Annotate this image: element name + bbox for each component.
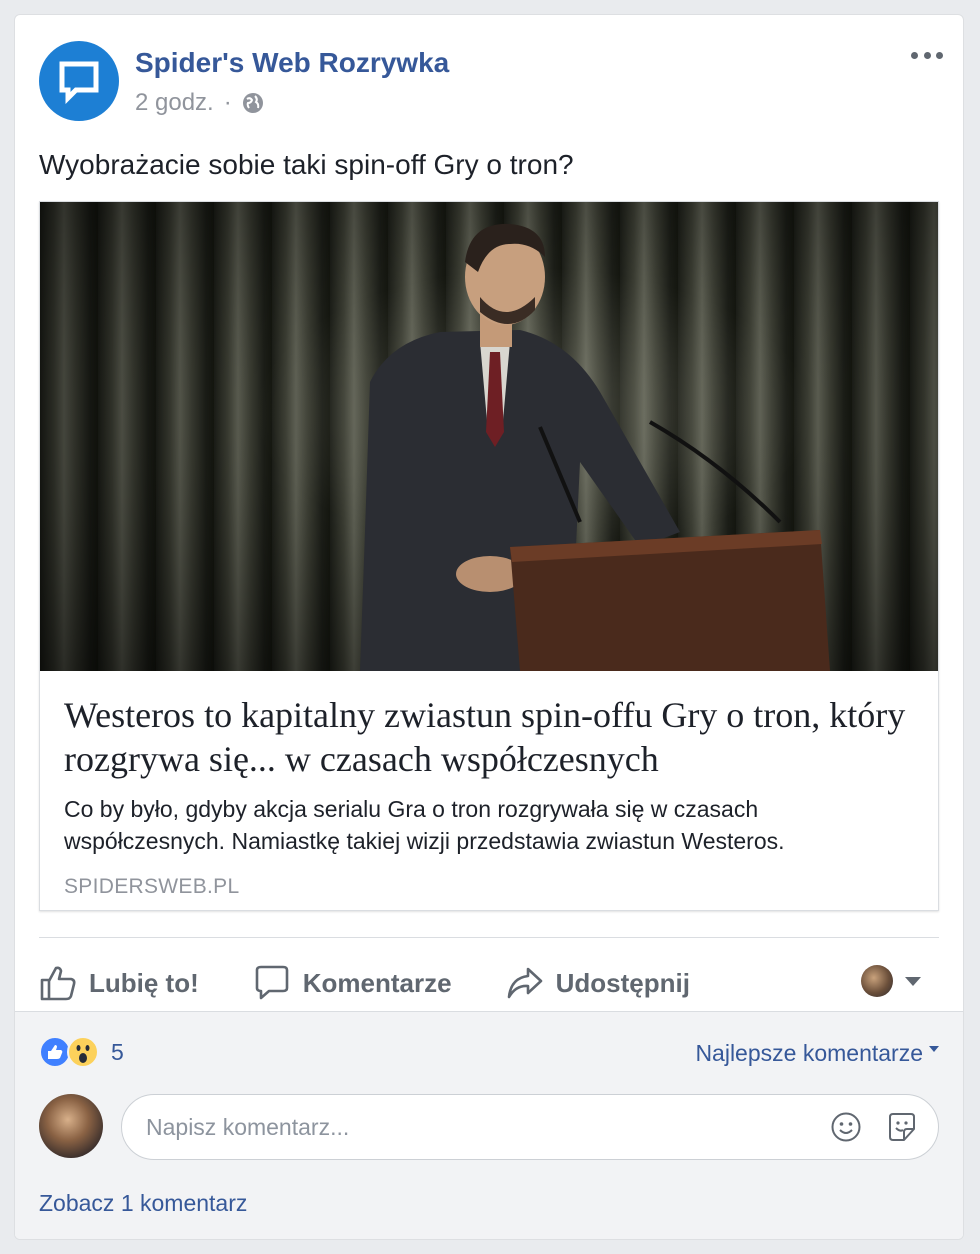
current-user-avatar[interactable] — [39, 1094, 103, 1158]
post-meta: 2 godz. · — [135, 89, 264, 117]
action-bar: Lubię to! Komentarze Udostępnij — [39, 947, 939, 1019]
preview-domain: SPIDERSWEB.PL — [64, 875, 240, 898]
link-preview[interactable]: Westeros to kapitalny zwiastun spin-offu… — [39, 201, 939, 911]
action-divider — [39, 937, 939, 938]
meta-separator: · — [223, 89, 232, 116]
reaction-count[interactable]: 5 — [111, 1039, 124, 1066]
post-text: Wyobrażacie sobie taki spin-off Gry o tr… — [39, 149, 574, 180]
speech-bubble-icon — [59, 61, 99, 104]
preview-image[interactable] — [40, 202, 938, 671]
avatar — [861, 965, 893, 997]
speaker-at-podium-illustration — [360, 223, 830, 671]
reactions-summary[interactable]: 5 — [39, 1036, 124, 1068]
emoji-icon[interactable] — [830, 1111, 862, 1148]
preview-description: Co by było, gdyby akcja serialu Gra o tr… — [64, 796, 785, 854]
comment-box[interactable] — [121, 1094, 939, 1160]
caret-down-icon — [929, 1046, 939, 1052]
wow-reaction-icon — [67, 1036, 99, 1068]
share-button[interactable]: Udostępnij — [506, 964, 690, 1002]
thumbs-up-icon — [40, 966, 76, 1001]
page-avatar[interactable] — [39, 41, 119, 121]
comment-sort-label: Najlepsze komentarze — [695, 1040, 923, 1066]
globe-icon[interactable] — [242, 92, 264, 114]
comment-input-tools — [806, 1111, 918, 1148]
preview-text[interactable]: Westeros to kapitalny zwiastun spin-offu… — [40, 671, 938, 921]
like-button[interactable]: Lubię to! — [39, 964, 199, 1002]
share-label: Udostępnij — [555, 967, 690, 998]
like-label: Lubię to! — [89, 967, 199, 998]
share-arrow-icon — [507, 967, 542, 999]
comment-input[interactable] — [146, 1113, 786, 1141]
post-card: Spider's Web Rozrywka 2 godz. · Wyobraża… — [14, 14, 964, 1240]
comment-label: Komentarze — [302, 967, 452, 998]
view-comments-link[interactable]: Zobacz 1 komentarz — [39, 1190, 247, 1217]
more-options-button[interactable] — [911, 45, 943, 65]
page-name-link[interactable]: Spider's Web Rozrywka — [135, 47, 449, 79]
chevron-down-icon — [905, 976, 921, 986]
comment-bubble-icon — [255, 965, 289, 1000]
dot-icon — [936, 51, 943, 59]
dot-icon — [923, 51, 931, 59]
comment-sort-dropdown[interactable]: Najlepsze komentarze — [695, 1040, 939, 1067]
comments-section: 5 Najlepsze komentarze Napisz komentarz.… — [15, 1011, 963, 1239]
sticker-icon[interactable] — [886, 1111, 918, 1148]
reaction-audience-selector[interactable] — [861, 965, 921, 997]
post-timestamp[interactable]: 2 godz. — [135, 89, 214, 117]
dot-icon — [911, 51, 918, 59]
preview-title[interactable]: Westeros to kapitalny zwiastun spin-offu… — [64, 693, 914, 781]
comment-button[interactable]: Komentarze — [253, 964, 452, 1002]
